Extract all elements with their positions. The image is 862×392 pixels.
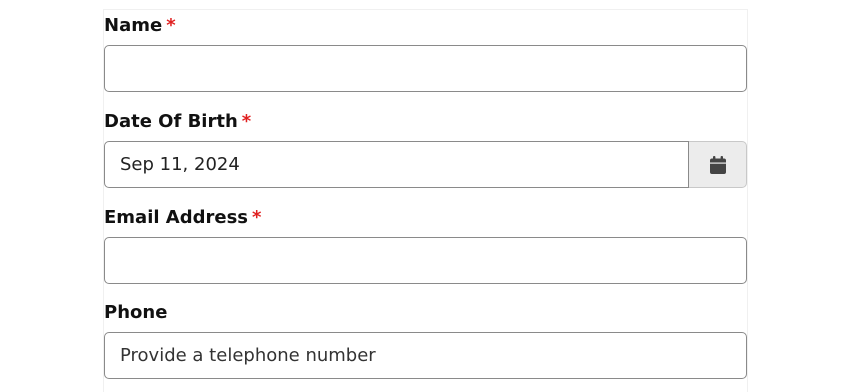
phone-label: Phone xyxy=(104,302,747,324)
email-field-group: Email Address * xyxy=(104,207,747,284)
email-label-text: Email Address xyxy=(104,207,249,228)
phone-label-text: Phone xyxy=(104,302,168,323)
email-input[interactable] xyxy=(104,237,747,284)
phone-field-group: Phone xyxy=(104,302,747,379)
calendar-icon xyxy=(709,155,726,174)
name-input[interactable] xyxy=(104,45,747,92)
name-field-group: Name * xyxy=(104,15,747,92)
name-label: Name * xyxy=(104,15,747,37)
date-of-birth-input[interactable] xyxy=(104,141,689,188)
date-of-birth-label: Date Of Birth * xyxy=(104,111,747,133)
date-of-birth-required-mark: * xyxy=(241,111,252,132)
name-required-mark: * xyxy=(166,15,176,36)
calendar-button[interactable] xyxy=(689,141,747,188)
date-of-birth-field-group: Date Of Birth * xyxy=(104,111,747,188)
date-of-birth-input-group xyxy=(104,141,747,188)
name-label-text: Name xyxy=(104,15,163,36)
email-required-mark: * xyxy=(252,207,262,228)
date-of-birth-label-text: Date Of Birth xyxy=(104,111,238,132)
phone-input[interactable] xyxy=(104,332,747,379)
email-label: Email Address * xyxy=(104,207,747,229)
